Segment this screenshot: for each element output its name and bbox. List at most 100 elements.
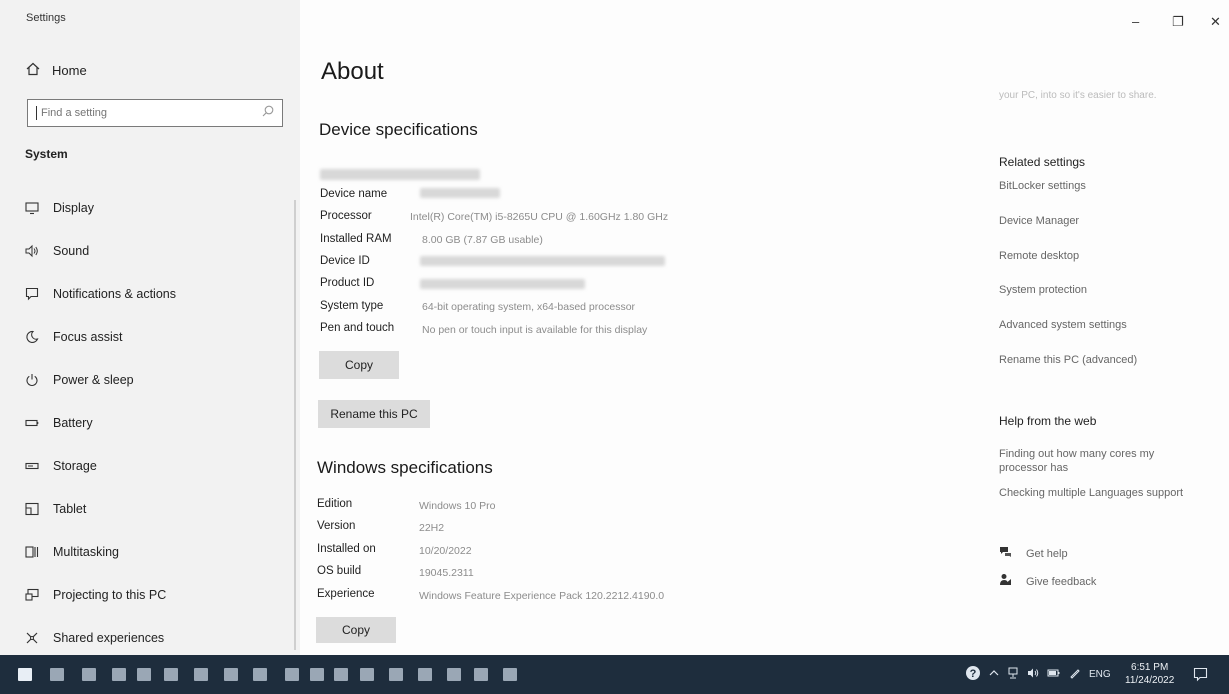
notifications-icon xyxy=(25,287,39,301)
spec-value-edition: Windows 10 Pro xyxy=(419,500,496,512)
moon-icon xyxy=(25,330,39,344)
tablet-icon xyxy=(25,502,39,516)
give-feedback-label: Give feedback xyxy=(1026,576,1097,588)
volume-icon[interactable] xyxy=(1027,667,1039,682)
give-feedback-link[interactable]: Give feedback xyxy=(999,573,1219,591)
link-advanced-system-settings[interactable]: Advanced system settings xyxy=(999,319,1219,331)
start-button-icon[interactable] xyxy=(18,668,32,681)
get-help-icon xyxy=(999,545,1012,563)
sidebar-item-projecting[interactable]: Projecting to this PC xyxy=(25,573,285,616)
spec-value-system-type: 64-bit operating system, x64-based proce… xyxy=(422,301,636,313)
link-languages-support[interactable]: Checking multiple Languages support xyxy=(999,487,1219,499)
taskbar-app-icon[interactable] xyxy=(474,668,488,681)
link-finding-cores[interactable]: Finding out how many cores my processor … xyxy=(999,447,1189,475)
sidebar-item-focus-assist[interactable]: Focus assist xyxy=(25,315,285,358)
taskbar-app-icon[interactable] xyxy=(447,668,461,681)
spec-value-installed-ram: 8.00 GB (7.87 GB usable) xyxy=(422,234,543,246)
spec-value-experience: Windows Feature Experience Pack 120.2212… xyxy=(419,590,665,602)
battery-tray-icon[interactable] xyxy=(1047,668,1061,681)
battery-icon xyxy=(25,416,39,430)
taskbar-app-icon[interactable] xyxy=(50,668,64,681)
sidebar-item-power-sleep[interactable]: Power & sleep xyxy=(25,358,285,401)
spec-label-edition: Edition xyxy=(317,498,353,510)
give-feedback-icon xyxy=(999,573,1012,591)
taskbar: ? ENG 6:51 PM 11/24/2022 xyxy=(0,655,1229,694)
search-input[interactable] xyxy=(39,106,262,120)
taskbar-app-icon[interactable] xyxy=(253,668,267,681)
link-bitlocker-settings[interactable]: BitLocker settings xyxy=(999,180,1219,192)
windows-specs-heading: Windows specifications xyxy=(317,458,493,477)
spec-label-device-name: Device name xyxy=(320,188,388,200)
taskbar-app-icon[interactable] xyxy=(285,668,299,681)
sidebar-item-label: Display xyxy=(53,200,94,215)
sidebar-item-label: Sound xyxy=(53,243,90,258)
network-icon[interactable] xyxy=(1007,667,1019,682)
home-nav-item[interactable]: Home xyxy=(26,62,87,79)
taskbar-app-icon[interactable] xyxy=(112,668,126,681)
chevron-up-icon[interactable] xyxy=(989,669,999,680)
pen-icon[interactable] xyxy=(1069,667,1081,682)
copy-device-specs-button[interactable]: Copy xyxy=(319,351,399,379)
device-name-redacted xyxy=(420,188,500,198)
taskbar-app-icon[interactable] xyxy=(418,668,432,681)
taskbar-app-icon[interactable] xyxy=(503,668,517,681)
related-settings-heading: Related settings xyxy=(999,155,1086,169)
spec-label-product-id: Product ID xyxy=(320,277,375,289)
device-specs-heading: Device specifications xyxy=(319,120,478,139)
taskbar-app-icon[interactable] xyxy=(310,668,324,681)
sidebar-item-battery[interactable]: Battery xyxy=(25,401,285,444)
shared-experiences-icon xyxy=(25,631,39,645)
spec-label-experience: Experience xyxy=(317,588,375,600)
action-center-icon[interactable] xyxy=(1193,667,1208,687)
search-icon[interactable] xyxy=(262,104,274,122)
taskbar-app-icon[interactable] xyxy=(164,668,178,681)
spec-label-processor: Processor xyxy=(320,210,372,222)
sidebar-item-storage[interactable]: Storage xyxy=(25,444,285,487)
system-nav-list: Display Sound Notifications & actions Fo… xyxy=(25,186,285,659)
sidebar-item-notifications[interactable]: Notifications & actions xyxy=(25,272,285,315)
sidebar-item-shared-experiences[interactable]: Shared experiences xyxy=(25,616,285,659)
copy-windows-specs-button[interactable]: Copy xyxy=(316,617,396,643)
spec-label-installed-ram: Installed RAM xyxy=(320,233,392,245)
taskbar-app-icon[interactable] xyxy=(360,668,374,681)
spec-value-installed-on: 10/20/2022 xyxy=(419,545,472,557)
get-help-link[interactable]: Get help xyxy=(999,545,1219,563)
device-model-redacted xyxy=(320,169,480,180)
sidebar-item-label: Battery xyxy=(53,415,93,430)
sidebar-item-label: Multitasking xyxy=(53,544,119,559)
sidebar-item-label: Shared experiences xyxy=(53,630,165,645)
search-box[interactable] xyxy=(27,99,283,127)
taskbar-clock[interactable]: 6:51 PM 11/24/2022 xyxy=(1125,661,1174,687)
home-label: Home xyxy=(52,63,87,78)
link-remote-desktop[interactable]: Remote desktop xyxy=(999,250,1219,262)
spec-label-system-type: System type xyxy=(320,300,384,312)
link-device-manager[interactable]: Device Manager xyxy=(999,215,1219,227)
sidebar-item-multitasking[interactable]: Multitasking xyxy=(25,530,285,573)
sidebar-item-tablet[interactable]: Tablet xyxy=(25,487,285,530)
rename-pc-button[interactable]: Rename this PC xyxy=(318,400,430,428)
taskbar-app-icon[interactable] xyxy=(82,668,96,681)
language-indicator[interactable]: ENG xyxy=(1089,669,1111,680)
help-tray-icon[interactable]: ? xyxy=(965,665,981,684)
link-system-protection[interactable]: System protection xyxy=(999,284,1219,296)
clock-date: 11/24/2022 xyxy=(1125,675,1175,686)
sidebar-item-label: Storage xyxy=(53,458,97,473)
taskbar-app-icon[interactable] xyxy=(137,668,151,681)
sidebar-item-sound[interactable]: Sound xyxy=(25,229,285,272)
taskbar-app-icon[interactable] xyxy=(224,668,238,681)
spec-label-version: Version xyxy=(317,520,356,532)
power-icon xyxy=(25,373,39,387)
sound-icon xyxy=(25,244,39,258)
spec-value-processor: Intel(R) Core(TM) i5-8265U CPU @ 1.60GHz… xyxy=(410,211,669,223)
clock-time: 6:51 PM xyxy=(1131,662,1169,673)
link-rename-pc-advanced[interactable]: Rename this PC (advanced) xyxy=(999,354,1219,366)
taskbar-app-icon[interactable] xyxy=(389,668,403,681)
sidebar-scrollbar[interactable] xyxy=(294,200,296,650)
sidebar-item-label: Focus assist xyxy=(53,329,123,344)
taskbar-app-icon[interactable] xyxy=(194,668,208,681)
spec-label-pen-touch: Pen and touch xyxy=(320,322,395,334)
taskbar-app-icon[interactable] xyxy=(334,668,348,681)
sidebar-item-display[interactable]: Display xyxy=(25,186,285,229)
spec-label-os-build: OS build xyxy=(317,565,362,577)
spec-value-pen-touch: No pen or touch input is available for t… xyxy=(422,324,648,336)
